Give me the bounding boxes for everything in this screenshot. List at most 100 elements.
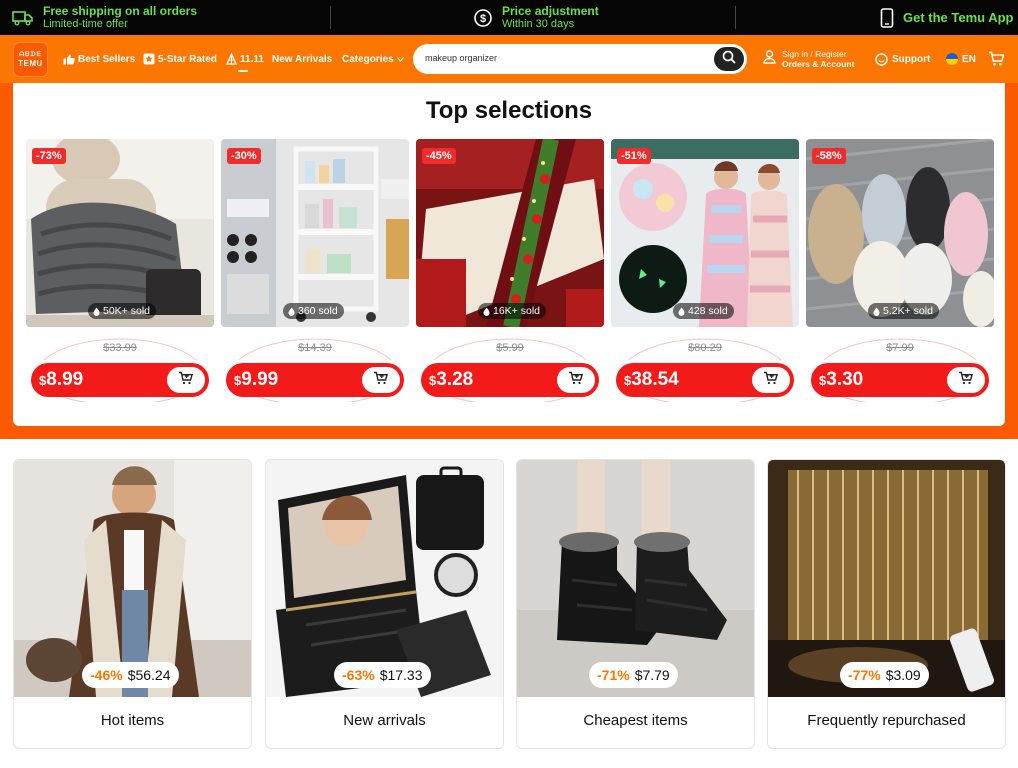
star-badge-icon — [143, 53, 155, 65]
search-button[interactable] — [714, 47, 744, 71]
promo-divider — [330, 6, 331, 29]
product-card[interactable]: -51% 428 sold $80.29 $38.54 — [611, 139, 799, 402]
shipping-title: Free shipping on all orders — [43, 4, 198, 18]
truck-icon — [12, 10, 34, 26]
support-label: Support — [892, 53, 931, 65]
fuzzy-mittens-image[interactable]: -58% 5.2K+ sold — [806, 139, 994, 327]
category-price: $56.24 — [127, 667, 171, 683]
price-pill[interactable]: $9.99 — [226, 363, 404, 397]
temu-logo[interactable]: ᗩᗷᗪᗴ TEMU — [13, 42, 48, 77]
product-card[interactable]: -73% 50K+ sold $33.99 $8.99 — [26, 139, 214, 402]
sale-price: $3.28 — [429, 369, 473, 391]
flame-icon — [288, 307, 295, 316]
product-card[interactable]: -30% 360 sold $14.39 $9.99 — [221, 139, 409, 402]
price-pill[interactable]: $38.54 — [616, 363, 794, 397]
category-card-hot-items[interactable]: -46% $56.24 Hot items — [13, 459, 252, 749]
sold-count: 16K+ sold — [493, 305, 540, 317]
christmas-table-runner-image[interactable]: -45% 16K+ sold — [416, 139, 604, 327]
price-tag: -63% $17.33 — [334, 662, 431, 688]
sold-count-badge: 428 sold — [673, 303, 734, 319]
cart-icon[interactable] — [988, 51, 1005, 72]
category-label: Frequently repurchased — [807, 712, 966, 729]
category-discount: -46% — [90, 667, 123, 683]
original-price: $7.99 — [886, 342, 914, 354]
get-app-promo[interactable]: Get the Temu App — [880, 0, 1014, 35]
original-price: $5.99 — [496, 342, 524, 354]
dollar-clock-icon: $ — [473, 8, 493, 28]
account-menu[interactable]: Sign in / Register Orders & Account — [763, 35, 854, 83]
price-adjustment-promo[interactable]: $ Price adjustment Within 30 days — [473, 0, 599, 35]
price-tag: -71% $7.79 — [589, 662, 678, 688]
add-to-cart-icon — [958, 371, 974, 390]
rolling-storage-cart-image[interactable]: -30% 360 sold — [221, 139, 409, 327]
add-to-cart-button[interactable] — [947, 367, 985, 393]
category-price: $17.33 — [379, 667, 423, 683]
flame-icon — [93, 307, 100, 316]
nav-new-arrivals-label: New Arrivals — [272, 53, 333, 65]
free-shipping-promo[interactable]: Free shipping on all orders Limited-time… — [12, 0, 197, 35]
svg-text:$: $ — [480, 13, 486, 25]
category-card-new-arrivals[interactable]: -63% $17.33 New arrivals — [265, 459, 504, 749]
sold-count-badge: 50K+ sold — [88, 303, 156, 319]
language-selector[interactable]: EN — [946, 35, 976, 83]
price-pill[interactable]: $8.99 — [31, 363, 209, 397]
support-chat-icon — [875, 52, 888, 66]
sale-price: $8.99 — [39, 369, 83, 391]
original-price: $33.99 — [103, 342, 137, 354]
promo-bar: Free shipping on all orders Limited-time… — [0, 0, 1018, 35]
sold-count-badge: 16K+ sold — [478, 303, 546, 319]
phone-icon — [880, 7, 894, 28]
add-to-cart-button[interactable] — [362, 367, 400, 393]
add-to-cart-icon — [373, 371, 389, 390]
top-selections-title: Top selections — [425, 97, 593, 124]
sale-price: $9.99 — [234, 369, 278, 391]
price-pill[interactable]: $3.28 — [421, 363, 599, 397]
nav-new-arrivals[interactable]: New Arrivals — [272, 35, 332, 83]
chevron-down-icon — [396, 56, 404, 62]
language-label: EN — [962, 53, 976, 65]
category-price: $3.09 — [885, 667, 921, 683]
active-nav-indicator — [238, 70, 248, 72]
category-card-cheapest-items[interactable]: -71% $7.79 Cheapest items — [516, 459, 755, 749]
nav-categories[interactable]: Categories — [342, 35, 404, 83]
grey-knit-blanket-image[interactable]: -73% 50K+ sold — [26, 139, 214, 327]
price-adjustment-subtitle: Within 30 days — [502, 18, 575, 30]
sale-price: $3.30 — [819, 369, 863, 391]
category-label: Hot items — [100, 712, 165, 729]
search-input[interactable]: makeup organizer — [425, 53, 497, 63]
add-to-cart-button[interactable] — [167, 367, 205, 393]
nav-five-star[interactable]: 5-Star Rated — [143, 35, 217, 83]
category-label: Cheapest items — [583, 712, 688, 729]
nav-eleven-eleven[interactable]: 11.11 — [226, 35, 264, 83]
category-label: New arrivals — [343, 712, 426, 729]
support-link[interactable]: Support — [875, 35, 930, 83]
add-to-cart-button[interactable] — [557, 367, 595, 393]
price-pill[interactable]: $3.30 — [811, 363, 989, 397]
user-icon — [763, 49, 776, 69]
account-line-2: Orders & Account — [782, 59, 855, 69]
category-price: $7.79 — [634, 667, 670, 683]
price-amount: 8.99 — [46, 369, 84, 390]
fleece-robes-image[interactable]: -51% 428 sold — [611, 139, 799, 327]
search-bar[interactable]: makeup organizer — [413, 44, 747, 74]
promo-divider — [735, 6, 736, 29]
price-amount: 9.99 — [241, 369, 279, 390]
add-to-cart-icon — [178, 371, 194, 390]
nav-eleven-eleven-label: 11.11 — [240, 53, 264, 65]
price-tag: -46% $56.24 — [82, 662, 179, 688]
logo-text: TEMU — [18, 58, 43, 68]
category-discount: -77% — [848, 667, 881, 683]
account-line-1: Sign in / Register — [782, 49, 847, 59]
product-card[interactable]: -58% 5.2K+ sold $7.99 $3.30 — [806, 139, 994, 402]
discount-badge: -45% — [422, 148, 456, 164]
category-card-frequently-repurchased[interactable]: -77% $3.09 Frequently repurchased — [767, 459, 1006, 749]
sold-count-badge: 360 sold — [283, 303, 344, 319]
original-price: $80.29 — [688, 342, 722, 354]
sold-count: 5.2K+ sold — [883, 305, 933, 317]
product-card[interactable]: -45% 16K+ sold $5.99 $3.28 — [416, 139, 604, 402]
discount-badge: -58% — [812, 148, 846, 164]
add-to-cart-button[interactable] — [752, 367, 790, 393]
sold-count-badge: 5.2K+ sold — [868, 303, 939, 319]
logo-top-text: ᗩᗷᗪᗴ — [19, 51, 42, 58]
nav-best-sellers[interactable]: Best Sellers — [63, 35, 135, 83]
